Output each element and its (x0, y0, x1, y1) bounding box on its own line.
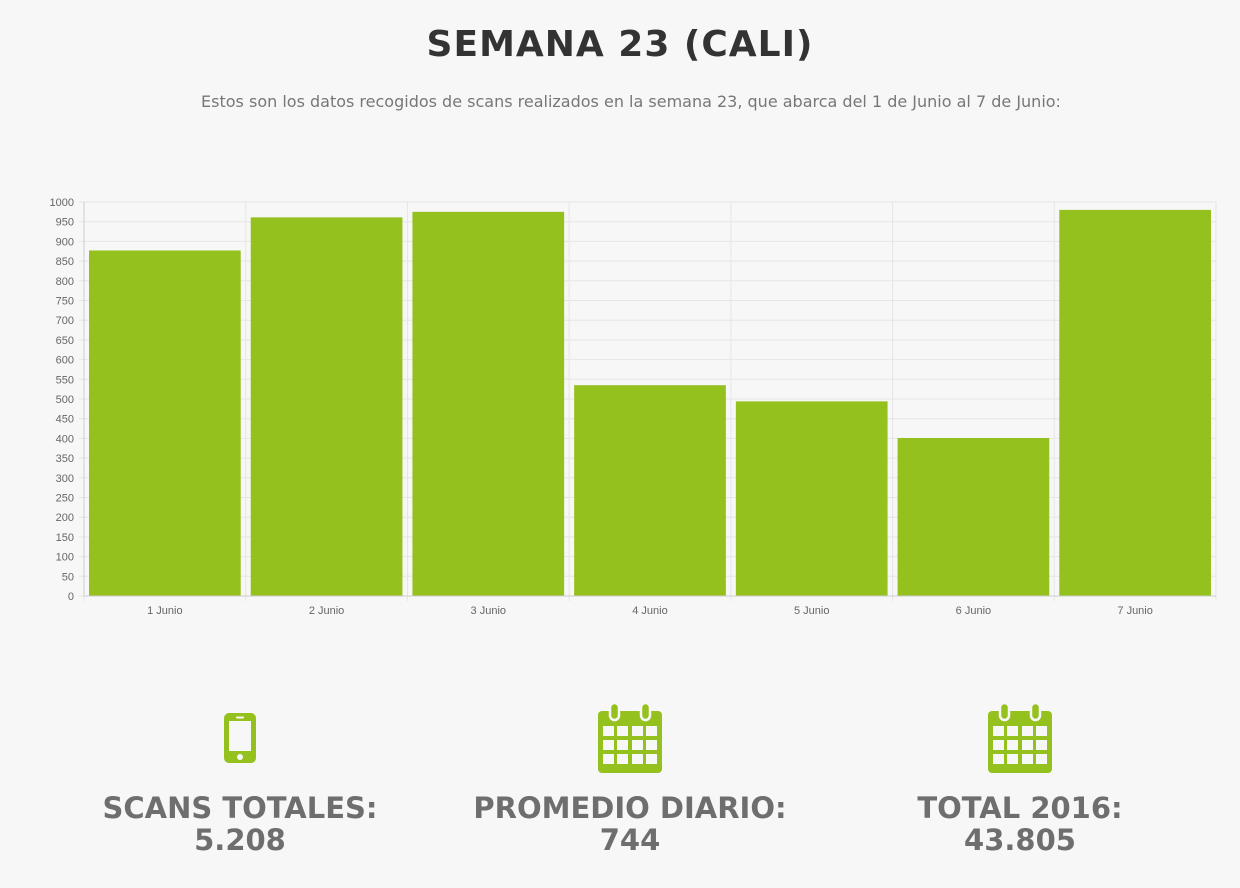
bar-3 (412, 211, 565, 596)
y-tick-label: 350 (56, 453, 74, 465)
calendar-icon (820, 700, 1220, 776)
stat-label: PROMEDIO DIARIO: (473, 791, 787, 825)
stat-label: TOTAL 2016: (917, 791, 1123, 825)
bar-7 (1059, 209, 1211, 596)
bar-1 (89, 250, 241, 596)
stat-label: SCANS TOTALES: (102, 791, 378, 825)
y-tick-label: 650 (56, 335, 74, 347)
y-tick-label: 600 (56, 355, 74, 367)
y-tick-label: 1000 (50, 197, 74, 209)
x-tick-label: 4 Junio (632, 605, 667, 617)
bar-2 (250, 217, 403, 596)
x-tick-label: 7 Junio (1117, 605, 1152, 617)
smartphone-icon (40, 700, 440, 776)
stat-total-2016: TOTAL 2016: 43.805 (820, 700, 1220, 856)
stat-promedio-diario: PROMEDIO DIARIO: 744 (430, 700, 830, 856)
y-tick-label: 900 (56, 236, 74, 248)
stat-value: 744 (599, 823, 661, 857)
calendar-icon (430, 700, 830, 776)
y-tick-label: 750 (56, 296, 74, 308)
y-tick-label: 800 (56, 276, 74, 288)
bar-6 (897, 438, 1050, 596)
bar-chart: 0 50 100 150 200 250 300 350 400 450 500 550 600 650 7… (50, 197, 1217, 617)
y-tick-label: 550 (56, 374, 74, 386)
y-tick-label: 700 (56, 315, 74, 327)
x-tick-label: 2 Junio (309, 605, 344, 617)
bar-4 (574, 385, 726, 596)
stat-scans-totales: SCANS TOTALES: 5.208 (40, 700, 440, 856)
stat-value: 43.805 (964, 823, 1076, 857)
y-tick-label: 150 (56, 532, 74, 544)
y-tick-label: 950 (56, 217, 74, 229)
y-tick-label: 0 (68, 591, 74, 603)
y-tick-label: 50 (62, 571, 74, 583)
y-tick-label: 250 (56, 493, 74, 505)
x-tick-label: 6 Junio (956, 605, 991, 617)
y-tick-label: 200 (56, 512, 74, 524)
y-tick-label: 300 (56, 473, 74, 485)
y-tick-label: 400 (56, 433, 74, 445)
bar-5 (735, 401, 888, 596)
x-tick-label: 1 Junio (147, 605, 182, 617)
x-tick-label: 3 Junio (471, 605, 506, 617)
y-tick-label: 100 (56, 552, 74, 564)
x-tick-label: 5 Junio (794, 605, 829, 617)
y-tick-label: 850 (56, 256, 74, 268)
y-tick-label: 500 (56, 394, 74, 406)
stat-value: 5.208 (194, 823, 286, 857)
y-tick-label: 450 (56, 414, 74, 426)
